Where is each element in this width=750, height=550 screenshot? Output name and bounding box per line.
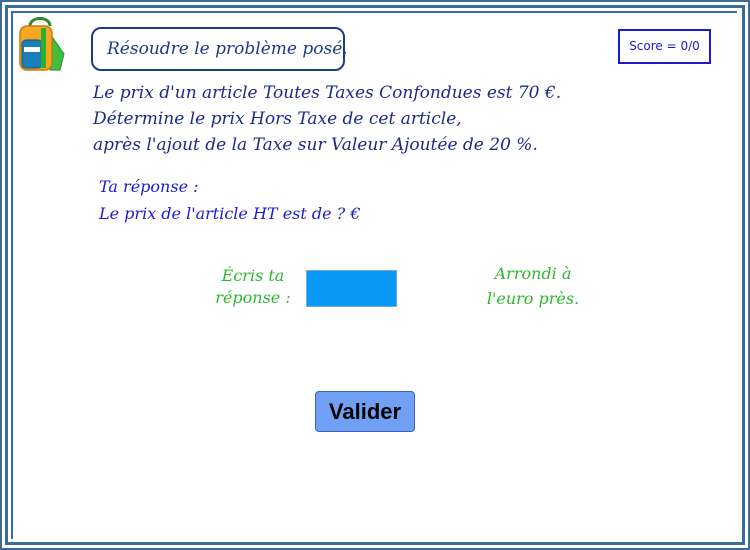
answer-input-label: Écris ta réponse : [210,265,296,309]
score-display: Score = 0/0 [618,29,711,64]
problem-line: Détermine le prix Hors Taxe de cet artic… [93,109,462,129]
rounding-note-line: Arrondi à [494,264,572,283]
problem-line: après l'ajout de la Taxe sur Valeur Ajou… [93,135,538,155]
validate-button[interactable]: Valider [315,391,415,432]
answer-prompt-line: Ta réponse : [99,177,199,196]
input-label-line: Écris ta [221,266,285,285]
input-label-line: réponse : [215,288,291,307]
problem-statement: Le prix d'un article Toutes Taxes Confon… [93,80,561,158]
instruction-title: Résoudre le problème posé. [91,27,348,71]
rounding-note: Arrondi à l'euro près. [480,261,586,311]
answer-prompt-line: Le prix de l'article HT est de ? € [99,204,361,223]
backpack-icon [19,17,65,71]
problem-line: Le prix d'un article Toutes Taxes Confon… [93,83,562,103]
answer-input[interactable] [306,270,397,307]
answer-prompt: Ta réponse : Le prix de l'article HT est… [99,173,361,227]
rounding-note-line: l'euro près. [486,289,580,308]
